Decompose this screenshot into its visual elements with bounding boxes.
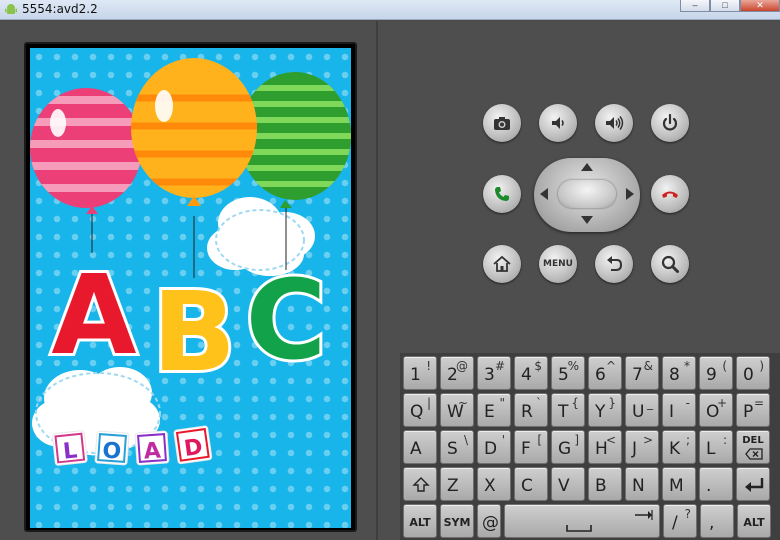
space-icon — [566, 525, 592, 532]
key-p[interactable]: P = — [736, 393, 770, 427]
key-e[interactable]: E " — [477, 393, 511, 427]
call-icon — [495, 187, 509, 201]
key-l[interactable]: L: — [699, 430, 733, 464]
volume-down-icon — [552, 117, 564, 129]
search-icon — [661, 255, 679, 273]
key-b[interactable]: B — [588, 467, 622, 501]
key-x[interactable]: X — [477, 467, 511, 501]
device-screen[interactable]: A B C L O A D — [30, 48, 351, 528]
balloon-orange — [131, 58, 257, 206]
game-scene[interactable]: A B C L O A D — [30, 48, 351, 528]
key-c[interactable]: C — [514, 467, 548, 501]
minimize-button[interactable]: – — [680, 0, 710, 12]
window-title: 5554:avd2.2 — [22, 2, 98, 16]
window-controls: – □ ✕ — [680, 0, 780, 12]
key-h[interactable]: H < — [588, 430, 622, 464]
volume-up-icon — [606, 116, 624, 130]
key-8[interactable]: 8 * — [662, 356, 696, 390]
dpad-center-button[interactable] — [558, 180, 616, 208]
panel-divider — [376, 21, 378, 540]
key-sym[interactable]: SYM — [440, 504, 474, 538]
key-period[interactable]: . — [699, 467, 733, 501]
key-4[interactable]: 4 $ — [514, 356, 548, 390]
key-k[interactable]: K; — [662, 430, 696, 464]
backspace-icon — [745, 448, 763, 460]
back-button[interactable] — [595, 245, 633, 283]
key-space[interactable] — [504, 504, 660, 538]
power-button[interactable] — [651, 104, 689, 142]
key-w[interactable]: W ~ — [440, 393, 474, 427]
close-button[interactable]: ✕ — [740, 0, 780, 12]
letter-b: B — [152, 268, 236, 396]
key-a[interactable]: A — [403, 430, 437, 464]
home-icon — [493, 255, 511, 272]
key-alt-right[interactable]: ALT — [737, 504, 771, 538]
key-d[interactable]: D ' — [477, 430, 511, 464]
del-label: DEL — [742, 435, 764, 446]
key-m[interactable]: M — [662, 467, 696, 501]
back-icon — [607, 256, 623, 271]
call-button[interactable] — [483, 175, 521, 213]
home-button[interactable] — [483, 245, 521, 283]
hardware-keyboard: 1! 2 @ 3 # 4 $ 5% 6 ^ 7 & 8 * 9( 0) Q | W ~ E " R… — [400, 353, 780, 540]
key-0[interactable]: 0) — [736, 356, 770, 390]
key-j[interactable]: J > — [625, 430, 659, 464]
android-icon — [5, 4, 17, 14]
maximize-button[interactable]: □ — [710, 0, 740, 12]
key-2[interactable]: 2 @ — [440, 356, 474, 390]
camera-button[interactable] — [483, 104, 521, 142]
key-y[interactable]: Y} — [588, 393, 622, 427]
key-t[interactable]: T{ — [551, 393, 585, 427]
end-call-icon — [662, 191, 678, 198]
dpad-up-icon[interactable] — [581, 163, 593, 171]
key-o[interactable]: O + — [699, 393, 733, 427]
key-slash[interactable]: /? — [663, 504, 697, 538]
key-v[interactable]: V — [551, 467, 585, 501]
key-shift[interactable] — [403, 467, 437, 501]
key-i[interactable]: I- — [662, 393, 696, 427]
dpad-left-icon[interactable] — [540, 188, 548, 200]
key-1[interactable]: 1! — [403, 356, 437, 390]
menu-button[interactable]: MENU — [539, 245, 577, 283]
letter-a: A — [51, 251, 136, 379]
key-g[interactable]: G] — [551, 430, 585, 464]
key-enter[interactable] — [736, 467, 770, 501]
load-block-a: A — [143, 438, 162, 464]
volume-up-button[interactable] — [595, 104, 633, 142]
search-button[interactable] — [651, 245, 689, 283]
key-q[interactable]: Q | — [403, 393, 437, 427]
tab-icon — [635, 510, 653, 520]
shift-icon — [412, 477, 430, 492]
load-block-d: D — [183, 435, 205, 462]
key-f[interactable]: F[ — [514, 430, 548, 464]
key-5[interactable]: 5% — [551, 356, 585, 390]
key-z[interactable]: Z — [440, 467, 474, 501]
menu-label: MENU — [543, 259, 573, 269]
letter-c: C — [246, 256, 327, 384]
key-alt-left[interactable]: ALT — [403, 504, 437, 538]
dpad-down-icon[interactable] — [581, 216, 593, 224]
camera-icon — [494, 117, 510, 130]
load-block-l: L — [62, 438, 79, 464]
key-comma[interactable]: , — [700, 504, 734, 538]
key-9[interactable]: 9( — [699, 356, 733, 390]
window-titlebar: 5554:avd2.2 – □ ✕ — [0, 0, 780, 20]
key-n[interactable]: N — [625, 467, 659, 501]
volume-down-button[interactable] — [539, 104, 577, 142]
load-block-o: O — [102, 438, 122, 464]
dpad-right-icon[interactable] — [626, 188, 634, 200]
key-at[interactable]: @ — [477, 504, 501, 538]
key-7[interactable]: 7 & — [625, 356, 659, 390]
end-call-button[interactable] — [651, 175, 689, 213]
power-icon — [662, 113, 678, 131]
key-u[interactable]: U _ — [625, 393, 659, 427]
key-del[interactable]: DEL — [736, 430, 770, 464]
key-r[interactable]: R ` — [514, 393, 548, 427]
balloon-pink — [30, 88, 142, 214]
enter-icon — [745, 478, 764, 492]
key-6[interactable]: 6 ^ — [588, 356, 622, 390]
key-3[interactable]: 3 # — [477, 356, 511, 390]
key-s[interactable]: S \ — [440, 430, 474, 464]
